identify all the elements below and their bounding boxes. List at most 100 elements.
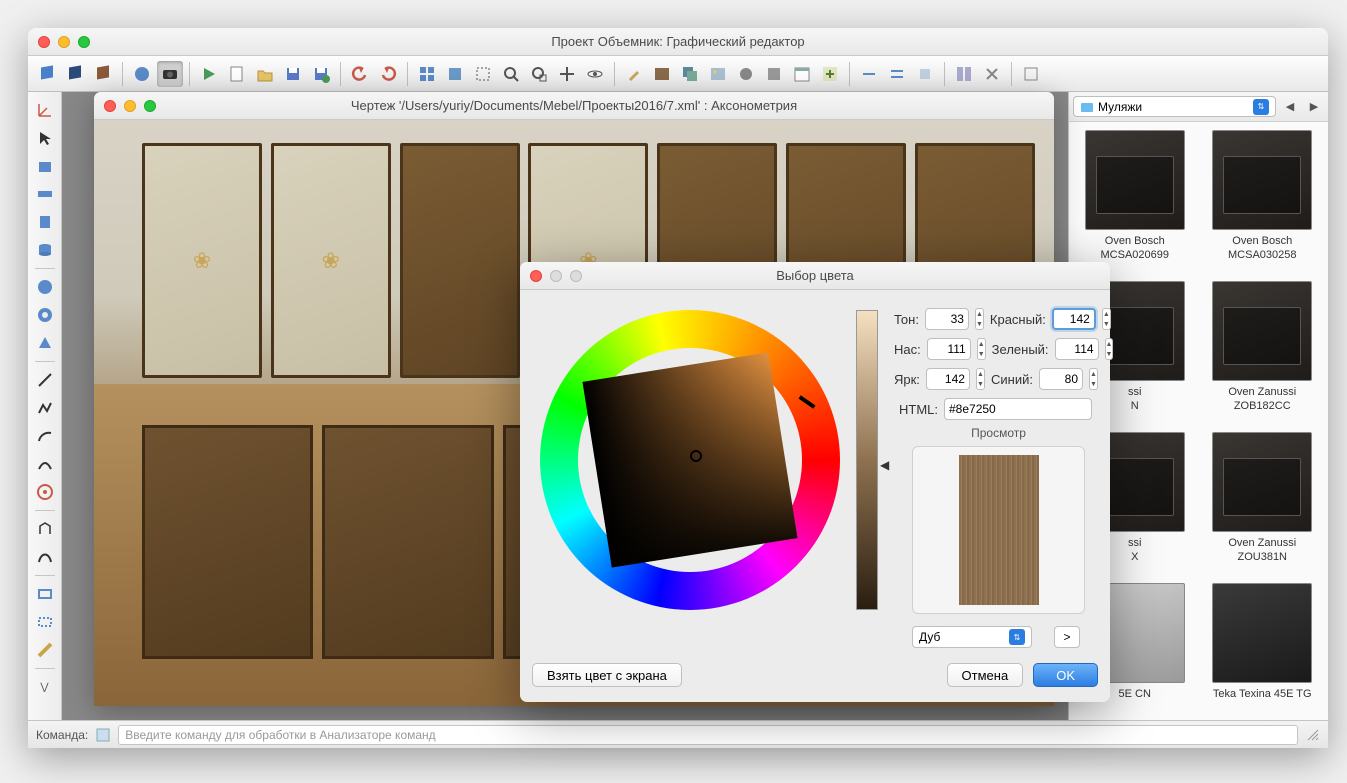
sv-cursor-icon[interactable] [690, 450, 702, 462]
tools-a-icon[interactable] [733, 61, 759, 87]
nav-fwd-icon[interactable]: ▶ [1304, 97, 1324, 117]
color-wheel[interactable] [540, 310, 840, 610]
library-item[interactable]: Oven BoschMCSA020699 [1073, 130, 1197, 273]
materials-icon[interactable] [649, 61, 675, 87]
hue-label: Тон: [894, 312, 919, 327]
cube-brown-icon[interactable] [90, 61, 116, 87]
tools-b-icon[interactable] [761, 61, 787, 87]
library-label: Oven ZanussiZOB182CC [1228, 385, 1296, 414]
colorpicker-titlebar[interactable]: Выбор цвета [520, 262, 1110, 290]
sphere-icon[interactable] [33, 275, 57, 299]
brush-icon[interactable] [621, 61, 647, 87]
panel-icon[interactable] [33, 210, 57, 234]
library-thumb [1212, 583, 1312, 683]
expand-icon[interactable]: ⋁ [33, 675, 57, 699]
library-label: Oven ZanussiZOU381N [1228, 536, 1296, 565]
value-slider[interactable] [856, 310, 878, 610]
zoomwin-icon[interactable] [526, 61, 552, 87]
view3d-icon[interactable] [442, 61, 468, 87]
sat-input[interactable] [927, 338, 971, 360]
cube-blue-icon[interactable] [34, 61, 60, 87]
sv-square[interactable] [582, 352, 797, 567]
rect-icon[interactable] [33, 582, 57, 606]
rect2-icon[interactable] [33, 610, 57, 634]
cylinder-icon[interactable] [33, 238, 57, 262]
layers-icon[interactable] [677, 61, 703, 87]
sat-label: Нас: [894, 342, 921, 357]
render-icon[interactable] [129, 61, 155, 87]
dim-a-icon[interactable] [856, 61, 882, 87]
line-icon[interactable] [33, 368, 57, 392]
library-item[interactable]: Teka Texina 45E TG [1201, 583, 1325, 712]
main-titlebar[interactable]: Проект Объемник: Графический редактор [28, 28, 1328, 56]
drawing-titlebar[interactable]: Чертеж '/Users/yuriy/Documents/Mebel/Про… [94, 92, 1054, 120]
library-label: Oven BoschMCSA020699 [1101, 234, 1170, 263]
export-icon[interactable] [1018, 61, 1044, 87]
camera-icon[interactable] [157, 61, 183, 87]
dim-b-icon[interactable] [884, 61, 910, 87]
red-stepper[interactable]: ▲▼ [1102, 308, 1111, 330]
material-next-button[interactable]: > [1054, 626, 1080, 648]
blue-input[interactable] [1039, 368, 1083, 390]
value-slider-handle-icon[interactable]: ◀ [880, 458, 889, 472]
resize-grip-icon[interactable] [1306, 728, 1320, 742]
cancel-button[interactable]: Отмена [947, 663, 1024, 687]
green-input[interactable] [1055, 338, 1099, 360]
board-icon[interactable] [33, 182, 57, 206]
command-input[interactable]: Введите команду для обработки в Анализат… [118, 725, 1298, 745]
green-stepper[interactable]: ▲▼ [1105, 338, 1114, 360]
red-input[interactable] [1052, 308, 1096, 330]
library-label: Oven BoschMCSA030258 [1228, 234, 1297, 263]
new-icon[interactable] [224, 61, 250, 87]
plus-icon[interactable] [817, 61, 843, 87]
ok-button[interactable]: OK [1033, 663, 1098, 687]
select-icon[interactable] [33, 126, 57, 150]
library-thumb [1212, 281, 1312, 381]
play-icon[interactable] [196, 61, 222, 87]
cube-dark-icon[interactable] [62, 61, 88, 87]
polyline-icon[interactable] [33, 396, 57, 420]
cone-icon[interactable] [33, 331, 57, 355]
dim-c-icon[interactable] [912, 61, 938, 87]
compass-icon[interactable] [33, 480, 57, 504]
library-item[interactable]: Oven ZanussiZOB182CC [1201, 281, 1325, 424]
orbit-icon[interactable] [582, 61, 608, 87]
hue-stepper[interactable]: ▲▼ [975, 308, 984, 330]
group-icon[interactable] [951, 61, 977, 87]
views-icon[interactable] [414, 61, 440, 87]
curve-icon[interactable] [33, 452, 57, 476]
material-dropdown[interactable]: Дуб ⇅ [912, 626, 1032, 648]
main-toolbar [28, 56, 1328, 92]
library-folder-dropdown[interactable]: Муляжи ⇅ [1073, 96, 1276, 117]
nav-back-icon[interactable]: ◀ [1280, 97, 1300, 117]
saveas-icon[interactable] [308, 61, 334, 87]
blue-stepper[interactable]: ▲▼ [1089, 368, 1098, 390]
zoom-icon[interactable] [498, 61, 524, 87]
align-icon[interactable] [979, 61, 1005, 87]
val-stepper[interactable]: ▲▼ [976, 368, 985, 390]
hue-input[interactable] [925, 308, 969, 330]
pan-icon[interactable] [554, 61, 580, 87]
statusbar: Команда: Введите команду для обработки в… [28, 720, 1328, 748]
box-icon[interactable] [33, 154, 57, 178]
axis-icon[interactable] [33, 98, 57, 122]
library-item[interactable]: Oven ZanussiZOU381N [1201, 432, 1325, 575]
image-icon[interactable] [705, 61, 731, 87]
save-icon[interactable] [280, 61, 306, 87]
extrude-icon[interactable] [33, 517, 57, 541]
torus-icon[interactable] [33, 303, 57, 327]
fit-icon[interactable] [470, 61, 496, 87]
measure-icon[interactable] [33, 638, 57, 662]
val-input[interactable] [926, 368, 970, 390]
undo-icon[interactable] [347, 61, 373, 87]
open-icon[interactable] [252, 61, 278, 87]
bezier-icon[interactable] [33, 545, 57, 569]
eyedropper-button[interactable]: Взять цвет с экрана [532, 663, 682, 687]
redo-icon[interactable] [375, 61, 401, 87]
chevron-updown-icon: ⇅ [1009, 629, 1025, 645]
html-input[interactable] [944, 398, 1092, 420]
sat-stepper[interactable]: ▲▼ [977, 338, 986, 360]
arc-icon[interactable] [33, 424, 57, 448]
library-item[interactable]: Oven BoschMCSA030258 [1201, 130, 1325, 273]
calendar-icon[interactable] [789, 61, 815, 87]
